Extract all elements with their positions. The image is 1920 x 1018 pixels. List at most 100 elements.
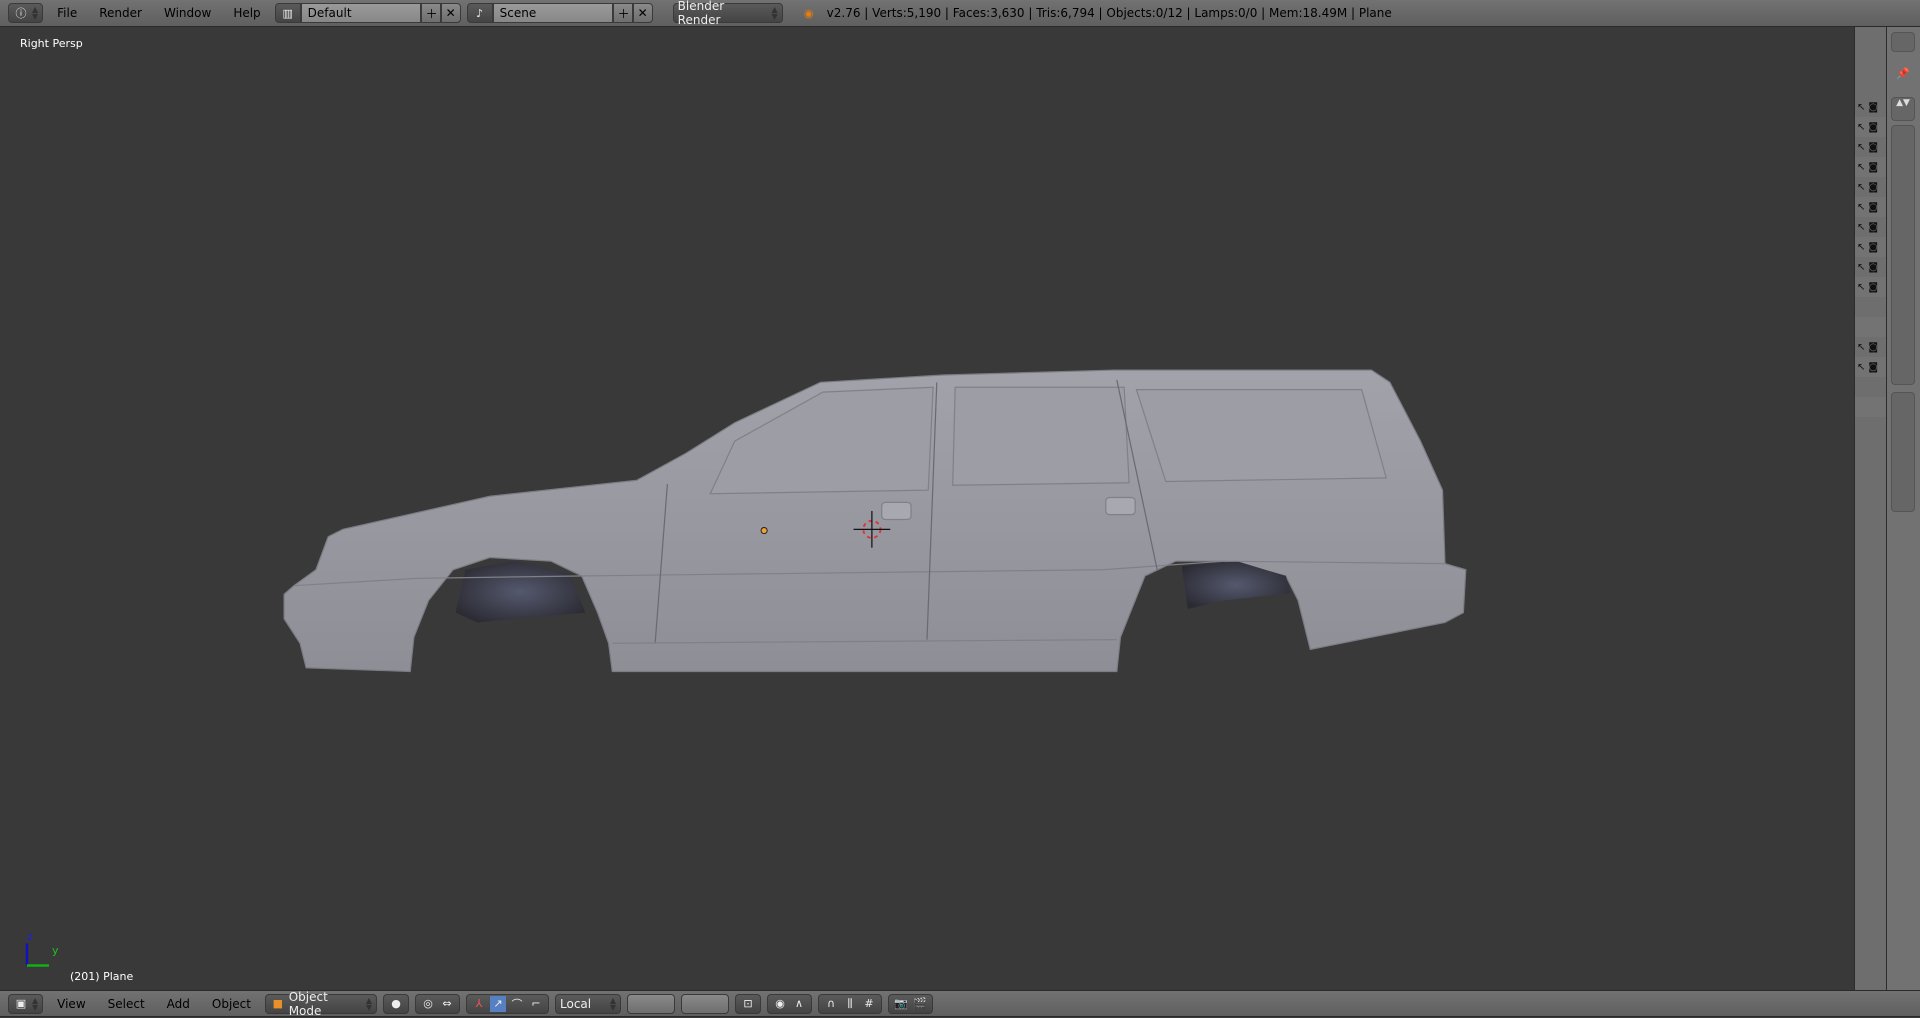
updown-icon: ▲ ▼ [771,5,778,21]
selectable-cursor-icon[interactable]: ↖ [1857,362,1865,373]
outliner[interactable]: ↖ ◙ ↖ ◙ ↖ ◙ ↖ ◙ ↖ ◙ ↖ ◙ ↖ ◙ ↖ ◙ ↖ ◙ ↖ ◙ ↖ ◙ ↖ ◙ [1854,27,1886,990]
object-mode-icon: ■ [272,997,284,1010]
editor-type-button[interactable]: ⓘ ▲ ▼ [8,3,44,23]
front-window [709,386,934,495]
delete-layout-button[interactable]: ✕ [440,3,461,23]
add-scene-button[interactable]: ＋ [612,3,633,23]
outliner-row: ↖ ◙ [1855,357,1886,377]
render-camera-icon[interactable]: ◙ [1868,102,1878,113]
lock-icon: ⊡ [743,997,753,1010]
menu-window[interactable]: Window [156,6,219,20]
selectable-cursor-icon[interactable]: ↖ [1857,242,1865,253]
outliner-row [1855,377,1886,397]
car-mesh[interactable] [283,369,1467,673]
render-camera-icon[interactable]: ◙ [1868,122,1878,133]
door-handle [881,501,912,521]
selectable-cursor-icon[interactable]: ↖ [1857,182,1865,193]
pivot-dropdown[interactable]: ◎ ⇔ [415,993,460,1014]
outliner-row: ↖ ◙ [1855,277,1886,297]
proportional-edit-button[interactable]: ◉ ∧ [767,993,812,1014]
snap-button[interactable]: ∩ ⫼ # [818,993,882,1014]
scene-icon: ♪ [476,6,484,20]
menu-render[interactable]: Render [91,6,150,20]
layout-browse-button[interactable]: ▥ [274,3,301,23]
menu-object[interactable]: Object [204,997,259,1011]
render-camera-icon[interactable]: ◙ [1868,162,1878,173]
selectable-cursor-icon[interactable]: ↖ [1857,162,1865,173]
editor-type-button[interactable]: ▣ ▲ ▼ [8,993,44,1014]
render-camera-icon[interactable]: ◙ [1868,362,1878,373]
orientation-dropdown[interactable]: Local ▲ ▼ [555,993,621,1014]
manipulator-toggle[interactable]: ⅄ ↗ ⌒ ⌐ [466,993,549,1014]
cargo-window [1135,389,1388,483]
scene-stats: v2.76 | Verts:5,190 | Faces:3,630 | Tris… [826,6,1392,20]
menu-add[interactable]: Add [159,997,198,1011]
selectable-cursor-icon[interactable]: ↖ [1857,202,1865,213]
rotate-icon: ⌒ [511,997,523,1011]
outliner-row: ↖ ◙ [1855,117,1886,137]
3d-viewport[interactable]: Right Persp z y (201) Plane [0,27,1854,990]
scene-browse-button[interactable]: ♪ [466,3,493,23]
selectable-cursor-icon[interactable]: ↖ [1857,122,1865,133]
falloff-icon: ∧ [794,997,804,1010]
render-camera-icon[interactable]: ◙ [1868,242,1878,253]
properties-panel[interactable]: 📌 ▲▼ [1886,27,1920,990]
properties-tabs[interactable] [1891,125,1915,385]
layout-icon: ▥ [282,6,293,20]
axis-y-label: y [52,944,59,957]
selectable-cursor-icon[interactable]: ↖ [1857,262,1865,273]
menu-view[interactable]: View [49,997,93,1011]
solid-shading-icon: ● [391,997,401,1010]
render-camera-icon[interactable]: ◙ [1868,182,1878,193]
menu-help[interactable]: Help [225,6,268,20]
top-header: ⓘ ▲ ▼ File Render Window Help ▥ Default ＋ … [0,0,1920,27]
rear-door-window [952,386,1130,486]
updown-icon: ▲ ▼ [609,995,616,1012]
outliner-header-space [1855,27,1886,97]
outliner-row: ↖ ◙ [1855,177,1886,197]
magnet-icon: ∩ [826,997,836,1010]
render-camera-icon[interactable]: ◙ [1868,262,1878,273]
outliner-rows: ↖ ◙ ↖ ◙ ↖ ◙ ↖ ◙ ↖ ◙ ↖ ◙ ↖ ◙ ↖ ◙ ↖ ◙ ↖ ◙ ↖ ◙ ↖ ◙ [1855,97,1886,417]
menu-select[interactable]: Select [100,997,153,1011]
add-layout-button[interactable]: ＋ [420,3,441,23]
outliner-row [1855,397,1886,417]
layer-lock-button[interactable]: ⊡ [735,993,761,1014]
properties-editor-button[interactable] [1891,32,1915,52]
outliner-row: ↖ ◙ [1855,337,1886,357]
mode-label: Object Mode [288,989,328,1018]
outliner-row: ↖ ◙ [1855,97,1886,117]
updown-icon: ▲ ▼ [32,5,39,21]
render-camera-icon[interactable]: ◙ [1868,282,1878,293]
selectable-cursor-icon[interactable]: ↖ [1857,222,1865,233]
menu-file[interactable]: File [49,6,85,20]
active-object-info: (201) Plane [70,970,134,983]
selectable-cursor-icon[interactable]: ↖ [1857,282,1865,293]
selectable-cursor-icon[interactable]: ↖ [1857,142,1865,153]
render-still-icon: 📷 [894,997,908,1010]
render-camera-icon[interactable]: ◙ [1868,342,1878,353]
delete-scene-button[interactable]: ✕ [632,3,653,23]
scale-icon: ⌐ [531,997,541,1010]
shading-dropdown[interactable]: ● [383,993,409,1014]
layout-selector: ▥ Default ＋ ✕ [274,3,461,23]
selectable-cursor-icon[interactable]: ↖ [1857,102,1865,113]
outliner-row: ↖ ◙ [1855,257,1886,277]
object-origin [760,527,768,535]
outliner-row: ↖ ◙ [1855,157,1886,177]
layers-grid-1[interactable] [627,993,675,1014]
scene-name-field[interactable]: Scene [492,3,613,23]
layout-name-field[interactable]: Default [300,3,421,23]
pin-icon[interactable]: 📌 [1895,65,1911,81]
axis-z-label: z [27,930,33,943]
render-camera-icon[interactable]: ◙ [1868,202,1878,213]
scroll-updown-button[interactable]: ▲▼ [1891,97,1915,121]
render-camera-icon[interactable]: ◙ [1868,222,1878,233]
mode-dropdown[interactable]: ■ Object Mode ▲ ▼ [265,990,377,1018]
render-camera-icon[interactable]: ◙ [1868,142,1878,153]
selectable-cursor-icon[interactable]: ↖ [1857,342,1865,353]
render-engine-dropdown[interactable]: Blender Render ▲ ▼ [672,0,783,27]
render-buttons[interactable]: 📷 🎬 [888,993,933,1014]
properties-tabs-lower[interactable] [1891,392,1915,512]
layers-grid-2[interactable] [681,993,729,1014]
